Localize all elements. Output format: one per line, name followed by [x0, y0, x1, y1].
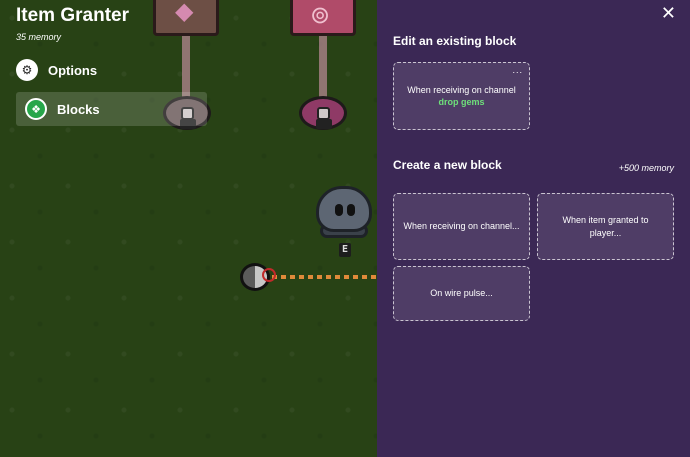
create-section-title: Create a new block	[393, 158, 502, 172]
existing-block-text: When receiving on channel	[407, 84, 516, 95]
new-block-label: On wire pulse...	[430, 288, 493, 299]
interact-key-hint: E	[339, 243, 351, 257]
existing-block-card[interactable]: ... When receiving on channel drop gems	[393, 62, 530, 130]
more-options-icon[interactable]: ...	[512, 64, 523, 76]
device-title: Item Granter	[16, 5, 129, 26]
new-block-receiving-channel[interactable]: When receiving on channel...	[393, 193, 530, 260]
wire-plug-icon	[262, 268, 276, 282]
create-memory-cost: +500 memory	[618, 163, 674, 173]
broadcast-device-pole	[319, 36, 327, 104]
blocks-panel: ✕ Edit an existing block ... When receiv…	[377, 0, 690, 457]
menu-item-label: Blocks	[57, 101, 100, 117]
broadcast-tower-icon: ⊚	[310, 2, 331, 29]
existing-block-channel: drop gems	[438, 97, 485, 107]
new-block-label: When receiving on channel...	[403, 221, 520, 232]
menu-item-label: Options	[48, 62, 98, 78]
wire-line	[272, 275, 377, 279]
new-block-wire-pulse[interactable]: On wire pulse...	[393, 266, 530, 321]
edit-section-title: Edit an existing block	[393, 34, 517, 48]
device-memory: 35 memory	[16, 32, 62, 42]
menu-item-options[interactable]: ⚙ Options	[16, 53, 207, 87]
new-block-item-granted[interactable]: When item granted to player...	[537, 193, 674, 260]
menu-item-blocks[interactable]: ❖ Blocks	[16, 92, 207, 126]
game-world[interactable]: ◆ ⊚ E Item Granter 35 memory ⚙ Options ❖…	[0, 0, 377, 457]
gear-icon: ⚙	[16, 59, 38, 81]
crystal-icon: ◆	[175, 0, 194, 25]
player-character	[316, 186, 372, 232]
item-granter-device-base	[299, 96, 347, 130]
close-icon[interactable]: ✕	[661, 3, 676, 24]
blocks-icon: ❖	[25, 98, 47, 120]
new-block-label: When item granted to player...	[562, 215, 649, 238]
